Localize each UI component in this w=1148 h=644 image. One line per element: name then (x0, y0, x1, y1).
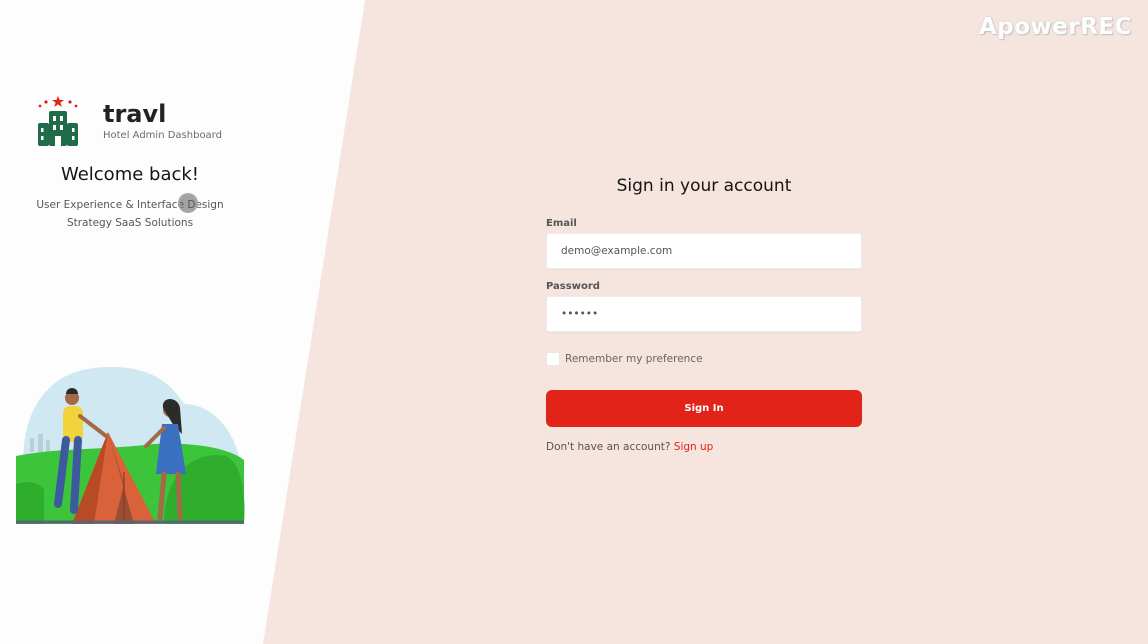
remember-preference-row[interactable]: Remember my preference (546, 352, 862, 366)
tagline-line-1: User Experience & Interface Design (36, 199, 224, 211)
sign-up-link[interactable]: Sign up (674, 441, 714, 453)
sign-in-form: Sign in your account Email Password Reme… (546, 176, 862, 453)
signup-row: Don't have an account? Sign up (546, 441, 862, 453)
email-field-group: Email (546, 218, 862, 269)
email-label: Email (546, 218, 577, 229)
password-field-group: Password (546, 281, 862, 332)
form-title: Sign in your account (616, 176, 792, 196)
brand-header: travl Hotel Admin Dashboard (36, 96, 222, 146)
brand-subtitle: Hotel Admin Dashboard (103, 130, 222, 141)
welcome-title: Welcome back! (60, 164, 200, 185)
brand-name: travl (103, 100, 167, 128)
sign-in-button[interactable]: Sign In (546, 390, 862, 427)
welcome-tagline: User Experience & Interface Design Strat… (0, 196, 260, 232)
brand-text: travl Hotel Admin Dashboard (103, 101, 222, 141)
hotel-logo-icon (38, 96, 78, 146)
mouse-cursor-highlight (178, 193, 198, 213)
signup-prompt: Don't have an account? (546, 441, 671, 453)
remember-label: Remember my preference (565, 353, 703, 365)
remember-checkbox[interactable] (546, 352, 560, 366)
tagline-line-2: Strategy SaaS Solutions (66, 217, 194, 229)
camping-illustration (16, 367, 245, 524)
password-label: Password (546, 281, 600, 292)
recorder-watermark: ApowerREC (978, 14, 1132, 40)
email-input[interactable] (546, 233, 862, 269)
password-input[interactable] (546, 296, 862, 332)
